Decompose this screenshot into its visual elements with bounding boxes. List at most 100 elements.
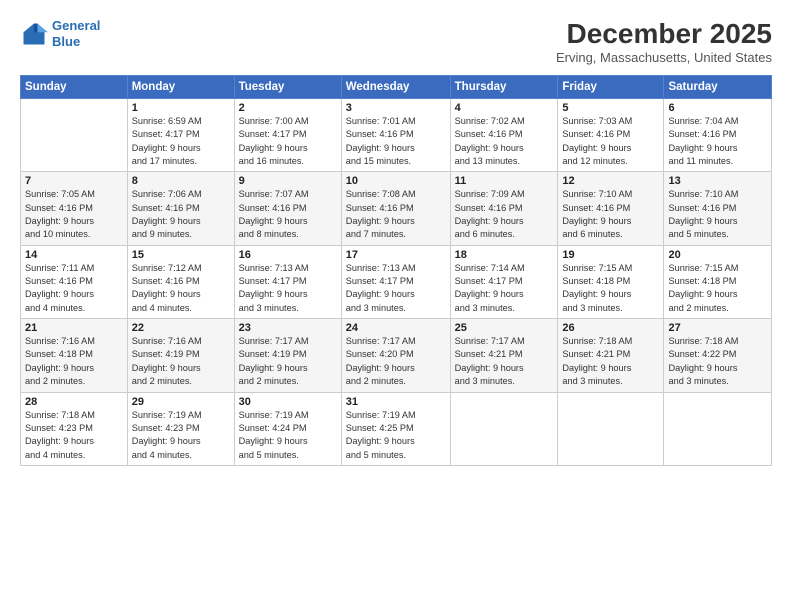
day-info: Sunrise: 7:17 AM Sunset: 4:21 PM Dayligh… xyxy=(455,335,554,388)
header: General Blue December 2025 Erving, Massa… xyxy=(20,18,772,65)
weekday-header: Friday xyxy=(558,76,664,99)
day-number: 30 xyxy=(239,396,337,408)
day-number: 19 xyxy=(562,249,659,261)
calendar-cell: 6Sunrise: 7:04 AM Sunset: 4:16 PM Daylig… xyxy=(664,99,772,172)
calendar-cell: 27Sunrise: 7:18 AM Sunset: 4:22 PM Dayli… xyxy=(664,319,772,392)
day-number: 16 xyxy=(239,249,337,261)
day-number: 18 xyxy=(455,249,554,261)
calendar-week-row: 14Sunrise: 7:11 AM Sunset: 4:16 PM Dayli… xyxy=(21,245,772,318)
day-number: 3 xyxy=(346,102,446,114)
day-number: 25 xyxy=(455,322,554,334)
day-number: 4 xyxy=(455,102,554,114)
day-number: 26 xyxy=(562,322,659,334)
day-number: 2 xyxy=(239,102,337,114)
calendar-cell: 13Sunrise: 7:10 AM Sunset: 4:16 PM Dayli… xyxy=(664,172,772,245)
day-info: Sunrise: 7:16 AM Sunset: 4:19 PM Dayligh… xyxy=(132,335,230,388)
calendar-cell: 20Sunrise: 7:15 AM Sunset: 4:18 PM Dayli… xyxy=(664,245,772,318)
day-number: 5 xyxy=(562,102,659,114)
weekday-header: Thursday xyxy=(450,76,558,99)
day-number: 9 xyxy=(239,175,337,187)
day-info: Sunrise: 7:00 AM Sunset: 4:17 PM Dayligh… xyxy=(239,115,337,168)
page: General Blue December 2025 Erving, Massa… xyxy=(0,0,792,612)
day-info: Sunrise: 7:13 AM Sunset: 4:17 PM Dayligh… xyxy=(346,262,446,315)
header-row: SundayMondayTuesdayWednesdayThursdayFrid… xyxy=(21,76,772,99)
day-info: Sunrise: 7:19 AM Sunset: 4:25 PM Dayligh… xyxy=(346,409,446,462)
day-info: Sunrise: 7:02 AM Sunset: 4:16 PM Dayligh… xyxy=(455,115,554,168)
day-info: Sunrise: 7:01 AM Sunset: 4:16 PM Dayligh… xyxy=(346,115,446,168)
location: Erving, Massachusetts, United States xyxy=(556,50,772,65)
calendar-cell: 24Sunrise: 7:17 AM Sunset: 4:20 PM Dayli… xyxy=(341,319,450,392)
day-info: Sunrise: 7:15 AM Sunset: 4:18 PM Dayligh… xyxy=(562,262,659,315)
day-info: Sunrise: 7:03 AM Sunset: 4:16 PM Dayligh… xyxy=(562,115,659,168)
logo: General Blue xyxy=(20,18,100,49)
day-number: 11 xyxy=(455,175,554,187)
calendar-cell: 17Sunrise: 7:13 AM Sunset: 4:17 PM Dayli… xyxy=(341,245,450,318)
day-number: 10 xyxy=(346,175,446,187)
calendar: SundayMondayTuesdayWednesdayThursdayFrid… xyxy=(20,75,772,466)
day-info: Sunrise: 7:04 AM Sunset: 4:16 PM Dayligh… xyxy=(668,115,767,168)
calendar-week-row: 7Sunrise: 7:05 AM Sunset: 4:16 PM Daylig… xyxy=(21,172,772,245)
weekday-header: Tuesday xyxy=(234,76,341,99)
calendar-cell: 22Sunrise: 7:16 AM Sunset: 4:19 PM Dayli… xyxy=(127,319,234,392)
day-info: Sunrise: 7:08 AM Sunset: 4:16 PM Dayligh… xyxy=(346,188,446,241)
calendar-cell: 8Sunrise: 7:06 AM Sunset: 4:16 PM Daylig… xyxy=(127,172,234,245)
day-number: 8 xyxy=(132,175,230,187)
day-info: Sunrise: 7:18 AM Sunset: 4:22 PM Dayligh… xyxy=(668,335,767,388)
calendar-cell: 30Sunrise: 7:19 AM Sunset: 4:24 PM Dayli… xyxy=(234,392,341,465)
calendar-cell: 4Sunrise: 7:02 AM Sunset: 4:16 PM Daylig… xyxy=(450,99,558,172)
day-number: 21 xyxy=(25,322,123,334)
day-info: Sunrise: 7:11 AM Sunset: 4:16 PM Dayligh… xyxy=(25,262,123,315)
day-info: Sunrise: 7:12 AM Sunset: 4:16 PM Dayligh… xyxy=(132,262,230,315)
calendar-cell: 26Sunrise: 7:18 AM Sunset: 4:21 PM Dayli… xyxy=(558,319,664,392)
calendar-cell: 15Sunrise: 7:12 AM Sunset: 4:16 PM Dayli… xyxy=(127,245,234,318)
weekday-header: Wednesday xyxy=(341,76,450,99)
day-number: 1 xyxy=(132,102,230,114)
day-info: Sunrise: 7:18 AM Sunset: 4:23 PM Dayligh… xyxy=(25,409,123,462)
day-number: 15 xyxy=(132,249,230,261)
weekday-header: Monday xyxy=(127,76,234,99)
weekday-header: Saturday xyxy=(664,76,772,99)
calendar-cell: 5Sunrise: 7:03 AM Sunset: 4:16 PM Daylig… xyxy=(558,99,664,172)
calendar-cell: 9Sunrise: 7:07 AM Sunset: 4:16 PM Daylig… xyxy=(234,172,341,245)
day-info: Sunrise: 7:19 AM Sunset: 4:23 PM Dayligh… xyxy=(132,409,230,462)
day-info: Sunrise: 7:17 AM Sunset: 4:20 PM Dayligh… xyxy=(346,335,446,388)
logo-text: General Blue xyxy=(52,18,100,49)
calendar-cell: 28Sunrise: 7:18 AM Sunset: 4:23 PM Dayli… xyxy=(21,392,128,465)
day-info: Sunrise: 7:14 AM Sunset: 4:17 PM Dayligh… xyxy=(455,262,554,315)
day-info: Sunrise: 7:09 AM Sunset: 4:16 PM Dayligh… xyxy=(455,188,554,241)
calendar-cell: 1Sunrise: 6:59 AM Sunset: 4:17 PM Daylig… xyxy=(127,99,234,172)
day-info: Sunrise: 7:05 AM Sunset: 4:16 PM Dayligh… xyxy=(25,188,123,241)
day-info: Sunrise: 7:18 AM Sunset: 4:21 PM Dayligh… xyxy=(562,335,659,388)
calendar-cell: 7Sunrise: 7:05 AM Sunset: 4:16 PM Daylig… xyxy=(21,172,128,245)
calendar-cell: 18Sunrise: 7:14 AM Sunset: 4:17 PM Dayli… xyxy=(450,245,558,318)
day-info: Sunrise: 7:13 AM Sunset: 4:17 PM Dayligh… xyxy=(239,262,337,315)
day-number: 29 xyxy=(132,396,230,408)
weekday-header: Sunday xyxy=(21,76,128,99)
day-info: Sunrise: 7:17 AM Sunset: 4:19 PM Dayligh… xyxy=(239,335,337,388)
day-info: Sunrise: 7:10 AM Sunset: 4:16 PM Dayligh… xyxy=(562,188,659,241)
day-info: Sunrise: 7:10 AM Sunset: 4:16 PM Dayligh… xyxy=(668,188,767,241)
day-number: 7 xyxy=(25,175,123,187)
day-number: 31 xyxy=(346,396,446,408)
calendar-cell xyxy=(558,392,664,465)
calendar-cell: 21Sunrise: 7:16 AM Sunset: 4:18 PM Dayli… xyxy=(21,319,128,392)
day-number: 6 xyxy=(668,102,767,114)
calendar-week-row: 1Sunrise: 6:59 AM Sunset: 4:17 PM Daylig… xyxy=(21,99,772,172)
day-number: 24 xyxy=(346,322,446,334)
day-info: Sunrise: 7:07 AM Sunset: 4:16 PM Dayligh… xyxy=(239,188,337,241)
calendar-cell: 29Sunrise: 7:19 AM Sunset: 4:23 PM Dayli… xyxy=(127,392,234,465)
day-number: 27 xyxy=(668,322,767,334)
day-number: 20 xyxy=(668,249,767,261)
calendar-cell: 23Sunrise: 7:17 AM Sunset: 4:19 PM Dayli… xyxy=(234,319,341,392)
calendar-cell xyxy=(21,99,128,172)
day-number: 12 xyxy=(562,175,659,187)
day-info: Sunrise: 7:06 AM Sunset: 4:16 PM Dayligh… xyxy=(132,188,230,241)
calendar-cell: 2Sunrise: 7:00 AM Sunset: 4:17 PM Daylig… xyxy=(234,99,341,172)
calendar-cell: 19Sunrise: 7:15 AM Sunset: 4:18 PM Dayli… xyxy=(558,245,664,318)
calendar-cell xyxy=(450,392,558,465)
day-number: 22 xyxy=(132,322,230,334)
calendar-cell: 10Sunrise: 7:08 AM Sunset: 4:16 PM Dayli… xyxy=(341,172,450,245)
day-number: 23 xyxy=(239,322,337,334)
title-section: December 2025 Erving, Massachusetts, Uni… xyxy=(556,18,772,65)
calendar-cell: 25Sunrise: 7:17 AM Sunset: 4:21 PM Dayli… xyxy=(450,319,558,392)
